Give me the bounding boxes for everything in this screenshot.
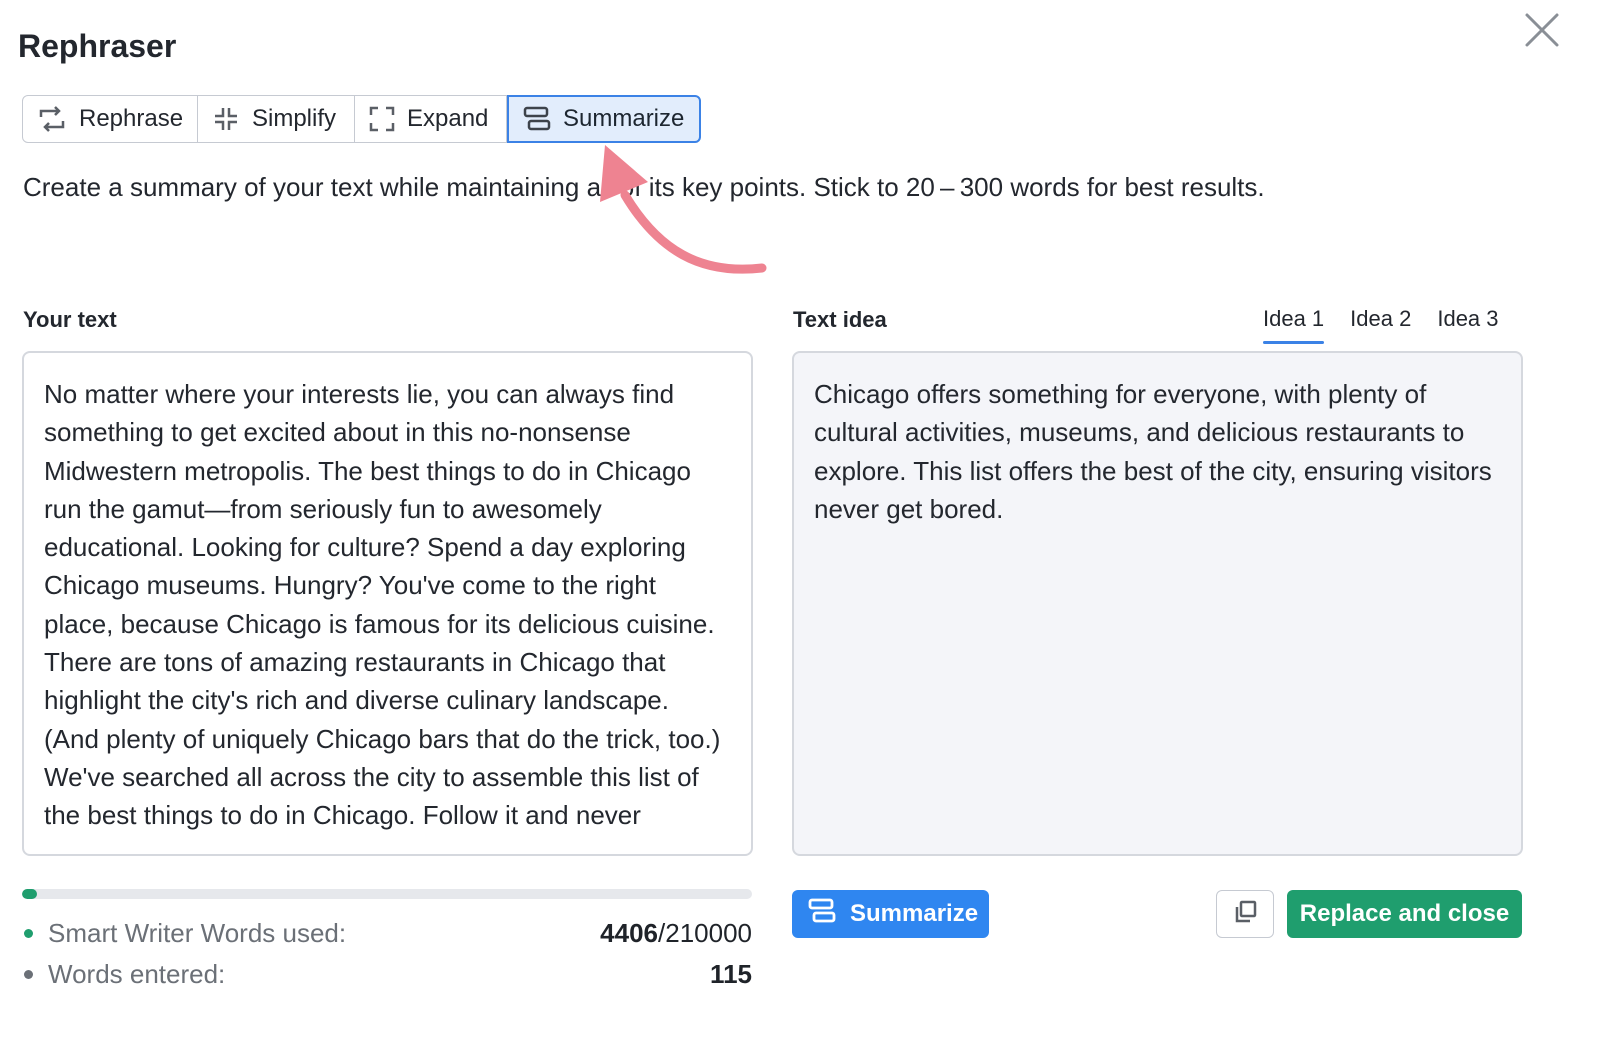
simplify-mode-button[interactable]: Simplify: [198, 95, 355, 143]
smart-words-used: 4406: [600, 917, 659, 948]
rephrase-icon: [37, 105, 67, 133]
words-entered-value: 115: [710, 959, 752, 990]
green-dot-icon: [24, 928, 33, 938]
text-idea-label: Text idea: [793, 307, 887, 332]
close-icon[interactable]: [1522, 10, 1562, 50]
words-entered-count: 115: [710, 958, 752, 989]
usage-progress-fill: [22, 889, 38, 899]
rephrase-mode-button[interactable]: Rephrase: [22, 95, 198, 143]
replace-and-close-button[interactable]: Replace and close: [1287, 890, 1522, 938]
usage-progress-bar: [22, 889, 752, 899]
summarize-icon: [523, 106, 551, 132]
smart-words-total: /210000: [658, 917, 752, 948]
words-entered-stat: Words entered: 115: [22, 957, 752, 991]
annotation-arrow: [600, 145, 767, 274]
output-text: Chicago offers something for everyone, w…: [814, 379, 1492, 524]
summarize-button-label: Summarize: [850, 900, 979, 927]
tab-idea-3[interactable]: Idea 3: [1437, 306, 1498, 344]
smart-words-value: 4406/210000: [600, 918, 752, 949]
tab-idea-2[interactable]: Idea 2: [1350, 306, 1411, 344]
input-text-area[interactable]: No matter where your interests lie, you …: [22, 351, 753, 856]
mode-selector: Rephrase Simplify Expand Summarize: [22, 95, 701, 143]
simplify-icon: [212, 105, 240, 133]
copy-button[interactable]: [1216, 890, 1274, 938]
idea-tabs: Idea 1 Idea 2 Idea 3: [1263, 306, 1499, 344]
your-text-label: Your text: [23, 307, 117, 332]
summarize-button[interactable]: Summarize: [792, 890, 989, 938]
output-text-area: Chicago offers something for everyone, w…: [792, 351, 1523, 856]
mode-label: Expand: [407, 105, 489, 132]
smart-words-label: Smart Writer Words used:: [48, 917, 347, 948]
summarize-mode-button[interactable]: Summarize: [507, 95, 701, 143]
mode-label: Simplify: [252, 105, 337, 132]
tab-idea-1[interactable]: Idea 1: [1263, 306, 1325, 344]
expand-mode-button[interactable]: Expand: [355, 95, 507, 143]
mode-label: Rephrase: [79, 105, 184, 132]
input-text: No matter where your interests lie, you …: [44, 379, 721, 831]
copy-icon: [1232, 899, 1258, 930]
words-entered-label: Words entered:: [48, 958, 226, 989]
dialog-title: Rephraser: [18, 28, 177, 64]
gray-dot-icon: [24, 969, 33, 979]
expand-icon: [369, 106, 395, 132]
mode-label: Summarize: [563, 105, 685, 132]
summarize-icon: [808, 898, 836, 931]
smart-words-stat: Smart Writer Words used: 4406/210000: [22, 916, 752, 950]
